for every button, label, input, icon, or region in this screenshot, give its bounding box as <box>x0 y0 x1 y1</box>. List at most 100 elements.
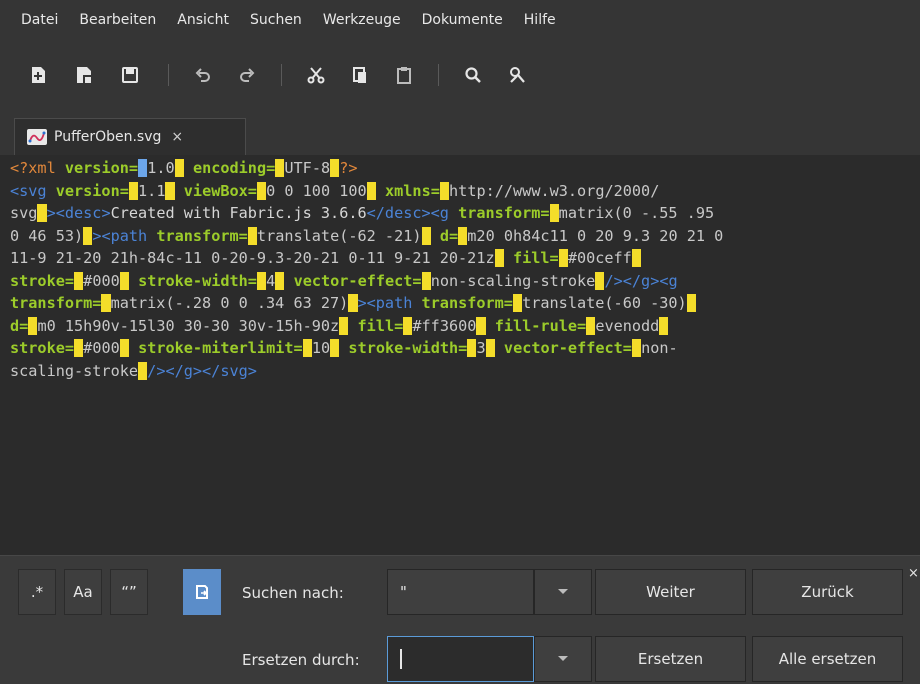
code-token: d= <box>439 226 459 245</box>
toolbar-separator <box>168 64 169 86</box>
code-token: stroke-width= <box>138 271 257 290</box>
redo-icon[interactable] <box>233 61 261 89</box>
save-icon[interactable] <box>116 61 144 89</box>
whole-word-button[interactable]: “” <box>110 569 148 615</box>
code-token: xmlns= <box>385 181 440 200</box>
search-match-highlight: " <box>330 159 340 177</box>
code-token: stroke= <box>10 339 75 357</box>
wrap-around-button[interactable] <box>183 569 221 615</box>
code-token: matrix(-.28 0 0 .34 63 27) <box>110 294 349 312</box>
copy-icon[interactable] <box>346 61 374 89</box>
code-token: #ff3600 <box>412 316 477 335</box>
code-token: translate(-62 -21) <box>256 226 422 245</box>
search-match-highlight: " <box>458 226 468 245</box>
paste-icon[interactable] <box>390 61 418 89</box>
replace-button[interactable]: Ersetzen <box>595 636 746 682</box>
code-token: #00ceff <box>567 249 632 267</box>
code-content[interactable]: <?xml version="1.0" encoding="UTF-8"?> <… <box>0 155 920 382</box>
search-match-highlight: " <box>83 226 93 245</box>
code-token: m0 15h90v-15l30 30-30 30v-15h-90z <box>37 316 340 335</box>
wrap-around-icon <box>196 585 208 599</box>
toolbar <box>0 40 920 110</box>
replace-input[interactable] <box>387 636 534 682</box>
code-line: d="m0 15h90v-15l30 30-30 30v-15h-90z" fi… <box>10 316 669 335</box>
code-token: /></g></svg> <box>147 361 257 380</box>
search-match-highlight: " <box>256 181 267 200</box>
code-token: ?> <box>339 159 358 177</box>
search-match-highlight: " <box>330 339 340 357</box>
find-previous-button[interactable]: Zurück <box>752 569 903 615</box>
open-document-icon[interactable] <box>70 61 98 89</box>
code-token: 0 46 53) <box>10 226 84 245</box>
menu-bearbeiten[interactable]: Bearbeiten <box>67 0 165 40</box>
code-token: 1.1 <box>138 181 166 200</box>
find-label: Suchen nach: <box>242 584 344 602</box>
code-line: 0 46 53)"><path transform="translate(-62… <box>10 226 724 245</box>
search-icon[interactable] <box>459 61 487 89</box>
code-token: translate(-60 -30) <box>522 294 687 312</box>
code-token: version= <box>64 159 139 177</box>
undo-icon[interactable] <box>189 61 217 89</box>
tab-label: PufferOben.svg <box>54 129 162 145</box>
search-match-highlight: " <box>485 339 495 357</box>
new-document-icon[interactable] <box>24 61 52 89</box>
search-match-highlight: " <box>348 294 358 312</box>
menu-dokumente[interactable]: Dokumente <box>410 0 512 40</box>
search-match-highlight: " <box>512 294 523 312</box>
code-token: <svg <box>10 181 56 200</box>
menu-suchen[interactable]: Suchen <box>238 0 311 40</box>
replace-history-dropdown[interactable] <box>534 636 592 682</box>
menu-hilfe[interactable]: Hilfe <box>512 0 565 40</box>
code-token: UTF-8 <box>284 159 331 177</box>
code-token: non-scaling-stroke <box>430 271 596 290</box>
code-line: <?xml version="1.0" encoding="UTF-8"?> <box>10 159 358 177</box>
search-match-highlight: " <box>174 159 184 177</box>
replace-all-button[interactable]: Alle ersetzen <box>752 636 903 682</box>
close-panel-icon[interactable]: × <box>908 566 919 581</box>
search-match-highlight: " <box>659 316 669 335</box>
search-match-highlight: " <box>138 159 148 177</box>
case-sensitive-button[interactable]: Aa <box>64 569 102 615</box>
search-match-highlight: " <box>256 271 267 290</box>
search-match-highlight: " <box>686 294 696 312</box>
code-line: stroke="#000" stroke-width="4" vector-ef… <box>10 271 678 290</box>
search-match-highlight: " <box>549 204 559 222</box>
code-editor[interactable]: <?xml version="1.0" encoding="UTF-8"?> <… <box>0 155 920 555</box>
code-token: matrix(0 -.55 .95 <box>558 204 715 222</box>
code-token: vector-effect= <box>503 339 632 357</box>
close-tab-icon[interactable]: × <box>171 129 183 145</box>
text-cursor <box>400 649 402 669</box>
search-match-highlight: " <box>119 271 129 290</box>
code-token: ><desc> <box>46 204 111 222</box>
search-replace-icon[interactable] <box>503 61 531 89</box>
search-match-highlight: " <box>74 339 84 357</box>
code-token: stroke-miterlimit= <box>138 339 303 357</box>
menu-werkzeuge[interactable]: Werkzeuge <box>311 0 410 40</box>
code-token: stroke-width= <box>348 339 468 357</box>
search-match-highlight: " <box>339 316 349 335</box>
find-next-button[interactable]: Weiter <box>595 569 746 615</box>
code-token: 10 <box>311 339 331 357</box>
search-match-highlight: " <box>494 249 504 267</box>
menu-ansicht[interactable]: Ansicht <box>165 0 238 40</box>
find-history-dropdown[interactable] <box>534 569 592 615</box>
code-line: stroke="#000" stroke-miterlimit="10" str… <box>10 339 678 357</box>
menu-datei[interactable]: Datei <box>0 0 67 40</box>
search-match-highlight: " <box>302 339 312 357</box>
code-token: m20 0h84c11 0 20 9.3 20 21 0 <box>467 226 724 245</box>
regex-option-button[interactable]: .* <box>18 569 56 615</box>
chevron-down-icon <box>558 656 568 661</box>
cut-icon[interactable] <box>302 61 330 89</box>
find-input[interactable]: " <box>387 569 534 615</box>
code-token: encoding= <box>192 159 276 177</box>
tab-pufferoben-svg[interactable]: PufferOben.svg × <box>14 118 246 155</box>
